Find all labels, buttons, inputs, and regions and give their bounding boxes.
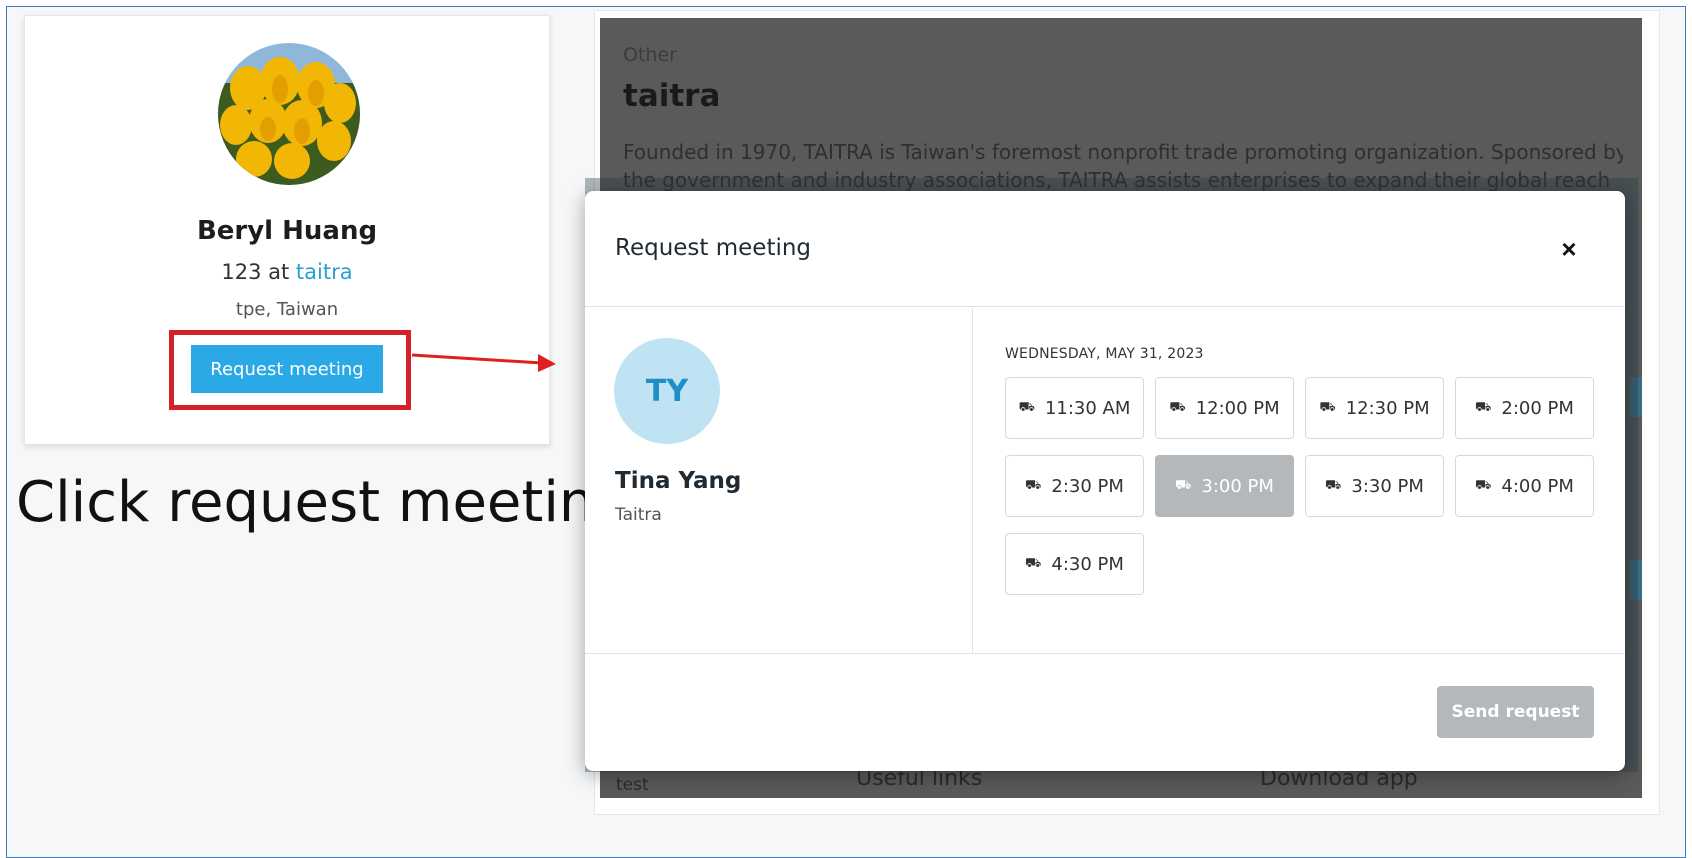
handshake-icon: ⛟ — [1475, 399, 1492, 415]
contact-initials-avatar: TY — [614, 338, 720, 444]
handshake-icon: ⛟ — [1175, 477, 1192, 493]
handshake-icon: ⛟ — [1025, 477, 1042, 493]
time-slot-label: 2:30 PM — [1051, 475, 1124, 497]
handshake-icon: ⛟ — [1475, 477, 1492, 493]
avatar — [218, 43, 360, 185]
close-icon[interactable]: × — [1551, 231, 1587, 267]
time-slot-430pm[interactable]: ⛟ 4:30 PM — [1005, 533, 1144, 595]
time-slot-label: 4:00 PM — [1501, 475, 1574, 497]
handshake-icon: ⛟ — [1169, 399, 1186, 415]
time-slot-1230pm[interactable]: ⛟ 12:30 PM — [1305, 377, 1444, 439]
profile-role: 123 at taitra — [25, 260, 549, 284]
time-slot-label: 12:00 PM — [1195, 397, 1280, 419]
modal-title: Request meeting — [615, 235, 812, 261]
modal-header: Request meeting × — [585, 191, 1625, 307]
contact-panel: TY Tina Yang Taitra — [585, 308, 973, 653]
company-title: taitra — [623, 78, 721, 114]
time-slot-label: 2:00 PM — [1501, 397, 1574, 419]
time-slot-400pm[interactable]: ⛟ 4:00 PM — [1455, 455, 1594, 517]
company-description: Founded in 1970, TAITRA is Taiwan's fore… — [623, 140, 1623, 164]
time-slot-1200pm[interactable]: ⛟ 12:00 PM — [1155, 377, 1294, 439]
company-category: Other — [623, 44, 677, 66]
send-request-button[interactable]: Send request — [1437, 686, 1594, 738]
handshake-icon: ⛟ — [1018, 399, 1035, 415]
time-slot-330pm[interactable]: ⛟ 3:30 PM — [1305, 455, 1444, 517]
time-slot-label: 12:30 PM — [1345, 397, 1430, 419]
modal-footer: Send request — [585, 653, 1625, 771]
time-slot-label: 4:30 PM — [1051, 553, 1124, 575]
time-slot-panel: WEDNESDAY, MAY 31, 2023 ⛟ 11:30 AM ⛟ 12:00… — [974, 308, 1625, 653]
time-slot-230pm[interactable]: ⛟ 2:30 PM — [1005, 455, 1144, 517]
profile-name: Beryl Huang — [196, 216, 378, 246]
footer-text: test — [616, 775, 649, 795]
arrow-annotation — [412, 353, 556, 372]
handshake-icon: ⛟ — [1325, 477, 1342, 493]
profile-org-link[interactable]: taitra — [296, 260, 353, 284]
time-slot-label: 11:30 AM — [1044, 397, 1131, 419]
profile-location: tpe, Taiwan — [235, 299, 339, 320]
time-slot-300pm[interactable]: ⛟ 3:00 PM — [1155, 455, 1294, 517]
request-meeting-modal: Request meeting × TY Tina Yang Taitra WE… — [585, 191, 1625, 771]
handshake-icon: ⛟ — [1319, 399, 1336, 415]
request-meeting-button[interactable]: Request meeting — [191, 345, 383, 393]
time-slot-1130am[interactable]: ⛟ 11:30 AM — [1005, 377, 1144, 439]
profile-role-prefix: 123 at — [221, 260, 296, 284]
contact-organization: Taitra — [615, 505, 662, 525]
date-label: WEDNESDAY, MAY 31, 2023 — [1005, 346, 1204, 362]
time-slot-200pm[interactable]: ⛟ 2:00 PM — [1455, 377, 1594, 439]
profile-card: Beryl Huang 123 at taitra tpe, Taiwan Re… — [24, 15, 550, 445]
contact-name: Tina Yang — [615, 468, 742, 494]
time-slot-label: 3:30 PM — [1351, 475, 1424, 497]
instruction-caption: Click request meeting — [16, 470, 630, 535]
handshake-icon: ⛟ — [1025, 555, 1042, 571]
time-slot-label: 3:00 PM — [1201, 475, 1274, 497]
